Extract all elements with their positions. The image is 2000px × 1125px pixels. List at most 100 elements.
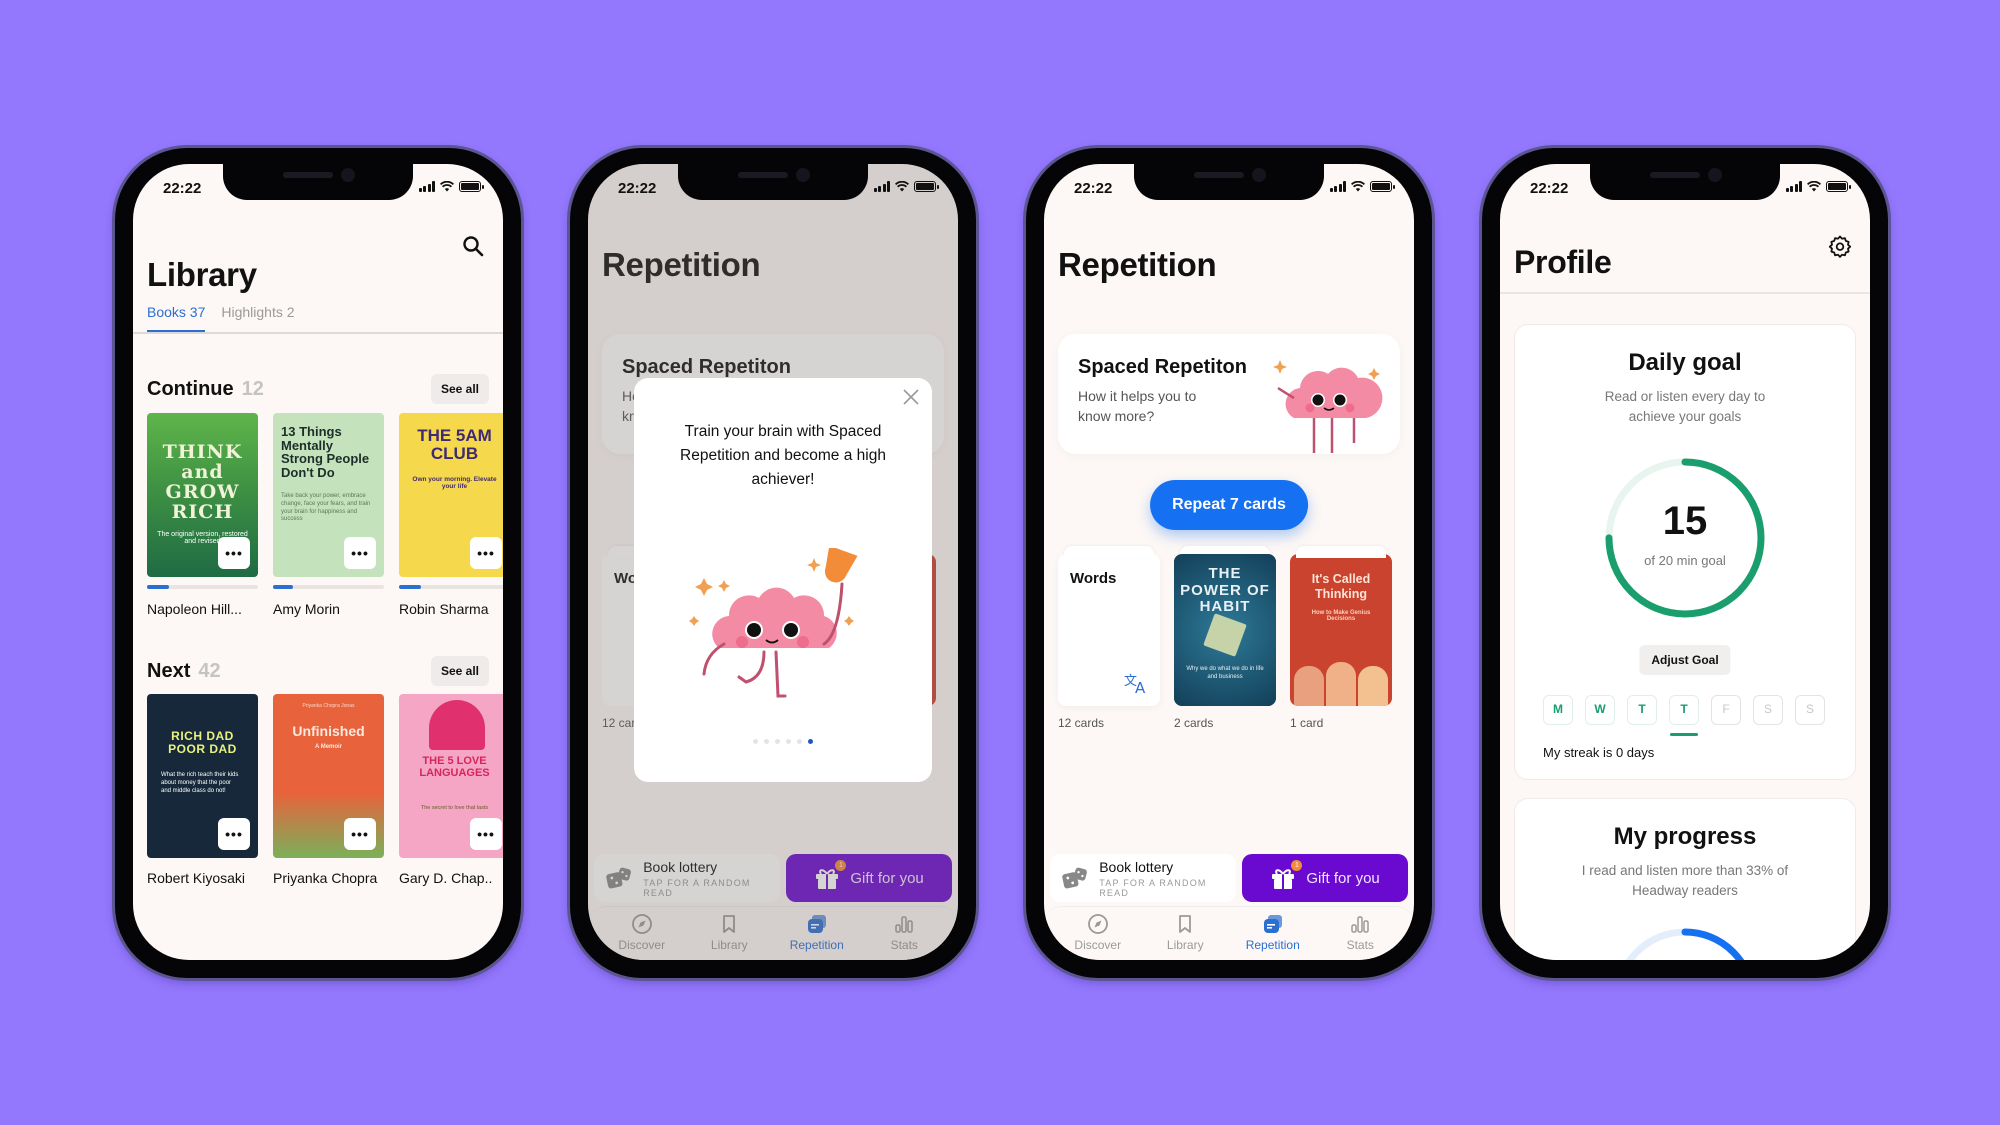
profile-screen: 22:22 Profile Daily goal Read or listen … — [1500, 164, 1870, 960]
signal-icon — [1785, 181, 1802, 192]
deck-card[interactable]: Words 文A — [1058, 546, 1160, 706]
search-icon[interactable] — [461, 234, 485, 258]
library-tabs: Books 37 Highlights 2 — [147, 304, 295, 333]
lottery-subtitle: TAP FOR A RANDOM READ — [1099, 877, 1207, 898]
dice-icon — [1062, 867, 1087, 889]
gift-badge: 1 — [1291, 860, 1303, 871]
continue-header: Continue 12 See all — [147, 374, 489, 404]
page-dot[interactable] — [808, 739, 813, 744]
daily-goal-ring: 15 of 20 min goal — [1602, 455, 1768, 621]
reading-progress — [399, 585, 503, 589]
book-author: Robin Sharma — [399, 601, 489, 617]
cover-subtitle: The secret to love that lasts — [420, 805, 489, 811]
page-dot[interactable] — [753, 739, 758, 744]
day-indicator: S — [1753, 695, 1783, 725]
close-icon[interactable] — [902, 388, 920, 406]
book-lottery-button[interactable]: Book lottery TAP FOR A RANDOM READ — [1050, 854, 1237, 902]
page-indicator — [634, 739, 932, 744]
bar-chart-icon — [1351, 916, 1369, 933]
card-title: My progress — [1613, 823, 1757, 850]
cover-author: Priyanka Chopra Jonas — [302, 703, 355, 709]
see-all-button[interactable]: See all — [430, 374, 489, 404]
page-dot[interactable] — [786, 739, 791, 744]
page-dot[interactable] — [764, 739, 769, 744]
book-item[interactable]: 13 Things Mentally Strong People Don't D… — [273, 413, 384, 617]
page-dot[interactable] — [797, 739, 802, 744]
day-indicator: M — [1543, 695, 1573, 725]
repeat-cards-button[interactable]: Repeat 7 cards — [1150, 480, 1308, 530]
book-author: Gary D. Chap.. — [399, 870, 493, 886]
tab-books[interactable]: Books 37 — [147, 304, 206, 333]
phone-repetition-modal: 22:22 Repetition Spaced Repetiton How it… — [570, 148, 976, 978]
goal-value: 15 — [1662, 499, 1708, 543]
page-title: Library — [147, 256, 257, 293]
book-cover[interactable]: 13 Things Mentally Strong People Don't D… — [273, 413, 384, 577]
gear-icon[interactable] — [1828, 234, 1852, 258]
tab-discover[interactable]: Discover — [1063, 913, 1133, 960]
promo-row: Book lottery TAP FOR A RANDOM READ 1 Gift… — [1050, 854, 1408, 902]
page-title: Profile — [1514, 244, 1612, 280]
gift-button[interactable]: 1 Gift for you — [1242, 854, 1408, 902]
card-title: Daily goal — [1628, 349, 1742, 376]
battery-icon — [1826, 181, 1851, 192]
phone-repetition: 22:22 Repetition Spaced Repetiton How it… — [1026, 148, 1432, 978]
streak-text: My streak is 0 days — [1543, 745, 1655, 760]
compass-icon — [1087, 914, 1108, 934]
book-cover[interactable]: THE 5 LOVE LANGUAGES The secret to love … — [399, 694, 503, 858]
more-options-button[interactable]: ••• — [344, 537, 376, 569]
more-options-button[interactable]: ••• — [218, 818, 250, 850]
deck-item[interactable]: THE POWER OF HABIT Why we do what we do … — [1174, 546, 1276, 730]
more-options-button[interactable]: ••• — [344, 818, 376, 850]
cover-title: Unfinished — [292, 723, 365, 739]
deck-card[interactable]: THE POWER OF HABIT Why we do what we do … — [1174, 546, 1276, 706]
week-days: MWTTFSS — [1543, 695, 1825, 736]
book-item[interactable]: THINK and GROW RICH The original version… — [147, 413, 258, 617]
deck-item[interactable]: Words 文A 12 cards — [1058, 546, 1160, 730]
deck-card[interactable]: It's Called Thinking How to Make Genius … — [1290, 546, 1392, 706]
translate-icon: 文A — [1124, 674, 1146, 694]
deck-title: It's Called Thinking — [1311, 572, 1371, 601]
svg-text:A: A — [1135, 679, 1146, 694]
see-all-button[interactable]: See all — [430, 656, 489, 686]
deck-count: 12 cards — [1058, 716, 1105, 730]
tab-highlights[interactable]: Highlights 2 — [221, 304, 294, 333]
tab-stats[interactable]: Stats — [1325, 913, 1395, 960]
gift-label: Gift for you — [1306, 869, 1380, 887]
page-dot[interactable] — [775, 739, 780, 744]
deck-count: 1 card — [1290, 716, 1324, 730]
brain-trophy-illustration — [689, 548, 858, 698]
library-screen: 22:22 Library Books 37 Highlights 2 Cont… — [133, 164, 503, 960]
cover-subtitle: Take back your power, embrace change, fa… — [281, 493, 371, 523]
day-indicator: W — [1585, 695, 1615, 725]
book-author: Robert Kiyosaki — [147, 870, 246, 886]
cover-title: THE 5AM CLUB — [417, 426, 492, 463]
deck-count: 2 cards — [1174, 716, 1214, 730]
deck-title: Words — [1070, 570, 1117, 587]
book-cover[interactable]: Priyanka Chopra Jonas Unfinished A Memoi… — [273, 694, 384, 858]
book-item[interactable]: THE 5AM CLUB Own your morning. Elevate y… — [399, 413, 503, 617]
more-options-button[interactable]: ••• — [218, 537, 250, 569]
book-cover[interactable]: THE 5AM CLUB Own your morning. Elevate y… — [399, 413, 503, 577]
next-header: Next 42 See all — [147, 656, 489, 686]
deck-item[interactable]: It's Called Thinking How to Make Genius … — [1290, 546, 1392, 730]
cover-title: THINK and GROW RICH — [162, 441, 243, 523]
progress-fill — [399, 585, 422, 589]
book-item[interactable]: THE 5 LOVE LANGUAGES The secret to love … — [399, 694, 503, 886]
notch — [223, 164, 413, 200]
day-indicator: T — [1627, 695, 1657, 725]
repetition-screen-modal: 22:22 Repetition Spaced Repetiton How it… — [588, 164, 958, 960]
adjust-goal-button[interactable]: Adjust Goal — [1639, 645, 1731, 675]
bookmark-icon — [1179, 915, 1192, 933]
card-subtitle: How it helps you to know more? — [1078, 388, 1197, 425]
more-options-button[interactable]: ••• — [470, 537, 502, 569]
more-options-button[interactable]: ••• — [470, 818, 502, 850]
spaced-repetition-card[interactable]: Spaced Repetiton How it helps you to kno… — [1058, 334, 1400, 454]
card-title: Spaced Repetiton — [1078, 356, 1247, 378]
book-cover[interactable]: THINK and GROW RICH The original version… — [147, 413, 258, 577]
tab-repetition[interactable]: Repetition — [1238, 913, 1308, 960]
book-item[interactable]: Priyanka Chopra Jonas Unfinished A Memoi… — [273, 694, 384, 886]
book-item[interactable]: RICH DAD POOR DAD What the rich teach th… — [147, 694, 258, 886]
tab-label: Discover — [1074, 938, 1122, 952]
tab-library[interactable]: Library — [1150, 913, 1220, 960]
book-cover[interactable]: RICH DAD POOR DAD What the rich teach th… — [147, 694, 258, 858]
